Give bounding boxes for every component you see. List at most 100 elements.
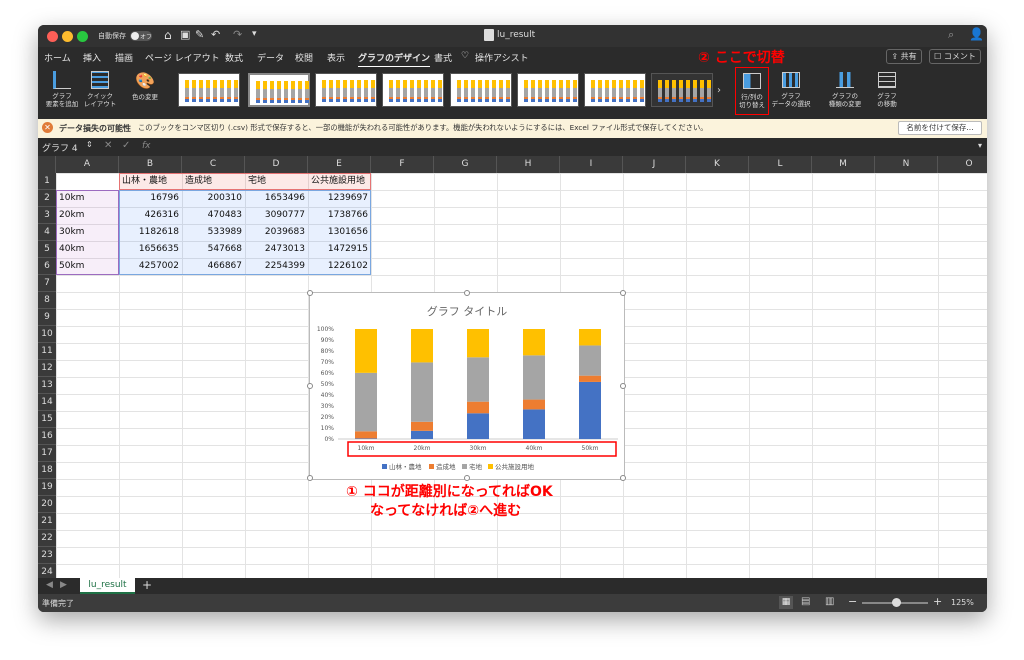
row-header-12[interactable]: 12	[38, 360, 56, 377]
account-icon[interactable]: 👤	[969, 27, 984, 41]
chart-style-1[interactable]	[178, 73, 240, 107]
tab-view[interactable]: 表示	[327, 51, 345, 64]
tab-data[interactable]: データ	[257, 51, 284, 64]
comment-button[interactable]: ☐ コメント	[929, 49, 981, 64]
resize-handle[interactable]	[620, 383, 626, 389]
table-cell[interactable]: 1656635	[120, 241, 181, 258]
table-cell[interactable]: 2039683	[246, 224, 307, 241]
tab-formulas[interactable]: 数式	[225, 51, 243, 64]
column-header-L[interactable]: L	[749, 156, 812, 173]
function-icon[interactable]: fx	[142, 141, 151, 151]
search-icon[interactable]: ⌕	[948, 28, 954, 42]
quick-layout-button[interactable]: クイック レイアウト	[82, 71, 118, 108]
save-icon[interactable]: ▣	[180, 28, 190, 41]
chart-style-6[interactable]	[517, 73, 579, 107]
zoom-in-icon[interactable]: +	[933, 595, 942, 608]
formula-input[interactable]	[158, 140, 976, 154]
column-header-F[interactable]: F	[371, 156, 434, 173]
tab-page-layout[interactable]: ページ レイアウト	[145, 51, 220, 64]
row-header-18[interactable]: 18	[38, 462, 56, 479]
header-cell[interactable]: 山林・農地	[120, 173, 182, 190]
customize-toolbar-icon[interactable]: ▾	[252, 29, 257, 39]
tab-draw[interactable]: 描画	[115, 51, 133, 64]
resize-handle[interactable]	[620, 290, 626, 296]
column-header-G[interactable]: G	[434, 156, 497, 173]
table-cell[interactable]: 470483	[183, 207, 244, 224]
move-chart-button[interactable]: グラフ の移動	[870, 72, 904, 108]
row-header-7[interactable]: 7	[38, 275, 56, 292]
table-cell[interactable]: 3090777	[246, 207, 307, 224]
sheet-tab-lu-result[interactable]: lu_result	[80, 578, 135, 594]
header-cell[interactable]: 造成地	[183, 173, 245, 190]
undo-icon[interactable]: ↶	[211, 28, 220, 41]
normal-view-icon[interactable]: ▦	[779, 596, 793, 609]
table-cell[interactable]: 2473013	[246, 241, 307, 258]
table-cell[interactable]: 16796	[120, 190, 181, 207]
chart-area[interactable]: グラフ タイトル 100% 90% 80% 70% 60% 50% 40% 30% 20% 10% 0…	[307, 290, 626, 481]
table-cell[interactable]: 2254399	[246, 258, 307, 275]
table-cell[interactable]: 426316	[120, 207, 181, 224]
row-header-22[interactable]: 22	[38, 530, 56, 547]
next-sheet-icon[interactable]: ▶	[60, 580, 67, 590]
row-header-19[interactable]: 19	[38, 479, 56, 496]
resize-handle[interactable]	[620, 475, 626, 481]
home-icon[interactable]: ⌂	[164, 28, 172, 42]
close-window-button[interactable]	[47, 31, 58, 42]
zoom-slider-thumb[interactable]	[892, 598, 901, 607]
change-colors-button[interactable]: 🎨 色の変更	[124, 71, 166, 101]
resize-handle[interactable]	[464, 290, 470, 296]
table-cell[interactable]: 1653496	[246, 190, 307, 207]
tab-home[interactable]: ホーム	[44, 51, 71, 64]
edit-icon[interactable]: ✎	[195, 28, 204, 41]
save-as-button[interactable]: 名前を付けて保存...	[898, 121, 982, 135]
row-header-20[interactable]: 20	[38, 496, 56, 513]
column-header-E[interactable]: E	[308, 156, 371, 173]
column-header-M[interactable]: M	[812, 156, 875, 173]
tab-insert[interactable]: 挿入	[83, 51, 101, 64]
gallery-next-icon[interactable]: ›	[717, 85, 721, 96]
row-header-17[interactable]: 17	[38, 445, 56, 462]
column-header-O[interactable]: O	[938, 156, 987, 173]
row-header-13[interactable]: 13	[38, 377, 56, 394]
prev-sheet-icon[interactable]: ◀	[46, 580, 53, 590]
zoom-out-icon[interactable]: −	[848, 595, 857, 608]
table-cell[interactable]: 40km	[57, 241, 118, 258]
row-header-15[interactable]: 15	[38, 411, 56, 428]
table-cell[interactable]: 1182618	[120, 224, 181, 241]
chart-style-4[interactable]	[382, 73, 444, 107]
tab-chart-design[interactable]: グラフのデザイン	[358, 51, 431, 68]
row-header-3[interactable]: 3	[38, 207, 56, 224]
row-header-9[interactable]: 9	[38, 309, 56, 326]
tab-format[interactable]: 書式	[434, 51, 452, 64]
resize-handle[interactable]	[307, 290, 313, 296]
row-header-16[interactable]: 16	[38, 428, 56, 445]
maximize-window-button[interactable]	[77, 31, 88, 42]
table-cell[interactable]: 1301656	[309, 224, 370, 241]
column-header-C[interactable]: C	[182, 156, 245, 173]
table-cell[interactable]: 200310	[183, 190, 244, 207]
table-cell[interactable]: 20km	[57, 207, 118, 224]
column-header-N[interactable]: N	[875, 156, 938, 173]
column-header-J[interactable]: J	[623, 156, 686, 173]
header-cell[interactable]: 公共施設用地	[309, 173, 371, 190]
autosave-toggle[interactable]: オフ	[130, 31, 152, 41]
enter-icon[interactable]: ✓	[122, 140, 130, 151]
row-header-21[interactable]: 21	[38, 513, 56, 530]
table-cell[interactable]: 50km	[57, 258, 118, 275]
column-header-K[interactable]: K	[686, 156, 749, 173]
resize-handle[interactable]	[307, 383, 313, 389]
cancel-icon[interactable]: ✕	[104, 140, 112, 151]
table-cell[interactable]: 1239697	[309, 190, 370, 207]
switch-row-column-button[interactable]: 行/列の 切り替え	[735, 67, 769, 115]
row-header-8[interactable]: 8	[38, 292, 56, 309]
row-header-6[interactable]: 6	[38, 258, 56, 275]
page-layout-view-icon[interactable]: ▤	[801, 596, 810, 607]
chart-style-2[interactable]	[248, 73, 310, 107]
chart-style-5[interactable]	[450, 73, 512, 107]
table-cell[interactable]: 1738766	[309, 207, 370, 224]
table-cell[interactable]: 533989	[183, 224, 244, 241]
row-header-5[interactable]: 5	[38, 241, 56, 258]
tab-review[interactable]: 校閲	[295, 51, 313, 64]
row-header-4[interactable]: 4	[38, 224, 56, 241]
table-cell[interactable]: 1472915	[309, 241, 370, 258]
